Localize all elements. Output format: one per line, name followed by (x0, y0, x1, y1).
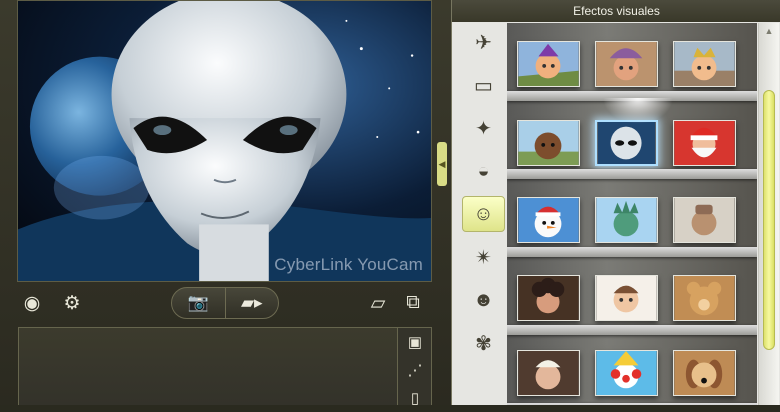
category-mask[interactable]: ◒ (462, 153, 505, 189)
camera-preview: CyberLink YouCam (17, 0, 432, 282)
shelf-row (507, 257, 757, 335)
shelf-board (507, 169, 757, 179)
video-capture-button[interactable]: ▰▸ (224, 288, 279, 318)
category-magic[interactable]: ✦ (462, 110, 505, 146)
magic-wand-icon: ✦ (475, 117, 492, 140)
hat-girl-avatar[interactable] (595, 41, 658, 87)
scroll-thumb[interactable] (763, 90, 775, 350)
category-avatar[interactable]: ☺ (462, 196, 505, 232)
snowman-avatar[interactable] (517, 197, 580, 243)
window-swap-icon[interactable]: ⧉ (400, 291, 426, 315)
mask-icon: ◒ (477, 159, 490, 182)
scroll-up-arrow-icon[interactable]: ▲ (763, 26, 775, 36)
scene-icon: ✈ (475, 31, 492, 54)
curly-woman-avatar[interactable] (517, 275, 580, 321)
avatar-face-icon: ☺ (473, 202, 494, 225)
portrait-icon[interactable]: ▣ (398, 328, 432, 356)
shelf-row (507, 335, 757, 405)
alien-avatar[interactable] (595, 120, 658, 166)
video-camera-icon: ▰▸ (240, 293, 263, 312)
frame-icon: ▭ (474, 74, 493, 97)
gadget-icon: ✾ (475, 332, 492, 355)
category-emotion[interactable]: ✴ (462, 239, 505, 275)
photo-capture-button[interactable]: 📷 (172, 288, 225, 318)
shelf-row (507, 179, 757, 257)
avatar-shelf (507, 23, 757, 405)
teddy-bear-avatar[interactable] (673, 275, 736, 321)
capture-mode-switch: 📷 ▰▸ (171, 287, 279, 319)
shelf-row (507, 101, 757, 179)
smiley-icon: ☻ (472, 288, 495, 311)
panel-collapse-handle[interactable]: ◀ (437, 142, 447, 186)
liberty-statue-avatar[interactable] (595, 197, 658, 243)
terracotta-warrior-avatar[interactable] (673, 197, 736, 243)
category-smiley[interactable]: ☻ (462, 282, 505, 318)
gear-icon[interactable]: ⚙ (59, 291, 85, 315)
effect-categories: ✈ ▭ ✦ ◒ ☺ ✴ ☻ ✾ (462, 24, 510, 405)
youcam-window: CyberLink YouCam ◉ ⚙ 📷 ▰▸ ▱ ⧉ ▣ ⋰ ▯ ◀ Ef… (0, 0, 780, 407)
category-gadget[interactable]: ✾ (462, 325, 505, 361)
effects-scrollbar[interactable]: ▲ (758, 23, 779, 405)
app-watermark: CyberLink YouCam (274, 255, 423, 274)
santa-avatar[interactable] (673, 120, 736, 166)
eye-icon[interactable]: ◉ (19, 291, 45, 315)
dark-face-avatar[interactable] (517, 120, 580, 166)
captured-media-panel[interactable] (18, 327, 398, 405)
blonde-man-avatar[interactable] (517, 350, 580, 396)
share-icon[interactable]: ⋰ (398, 356, 432, 384)
chevron-left-icon: ◀ (438, 158, 446, 169)
shelf-row (507, 23, 757, 101)
emotion-icon: ✴ (475, 246, 492, 269)
camera-icon: 📷 (187, 293, 209, 312)
camera-toolbar: ◉ ⚙ 📷 ▰▸ ▱ ⧉ (17, 285, 432, 321)
crown-king-avatar[interactable] (673, 41, 736, 87)
media-actions: ▣ ⋰ ▯ (398, 327, 432, 407)
effects-panel: Efectos visuales ✈ ▭ ✦ ◒ ☺ ✴ ☻ ✾ ▲ (451, 0, 780, 405)
alien-webcam-image (18, 1, 431, 281)
effects-title: Efectos visuales (452, 0, 780, 22)
shelf-board (507, 247, 757, 257)
category-scene[interactable]: ✈ (462, 24, 505, 60)
clown-avatar[interactable] (595, 350, 658, 396)
category-frame[interactable]: ▭ (462, 67, 505, 103)
trash-icon[interactable]: ▯ (398, 384, 432, 412)
shelf-board (507, 325, 757, 335)
dog-avatar[interactable] (673, 350, 736, 396)
shelf-board (507, 91, 757, 101)
eraser-icon[interactable]: ▱ (365, 291, 391, 315)
purple-hair-avatar[interactable] (517, 41, 580, 87)
cartoon-boy-avatar[interactable] (595, 275, 658, 321)
